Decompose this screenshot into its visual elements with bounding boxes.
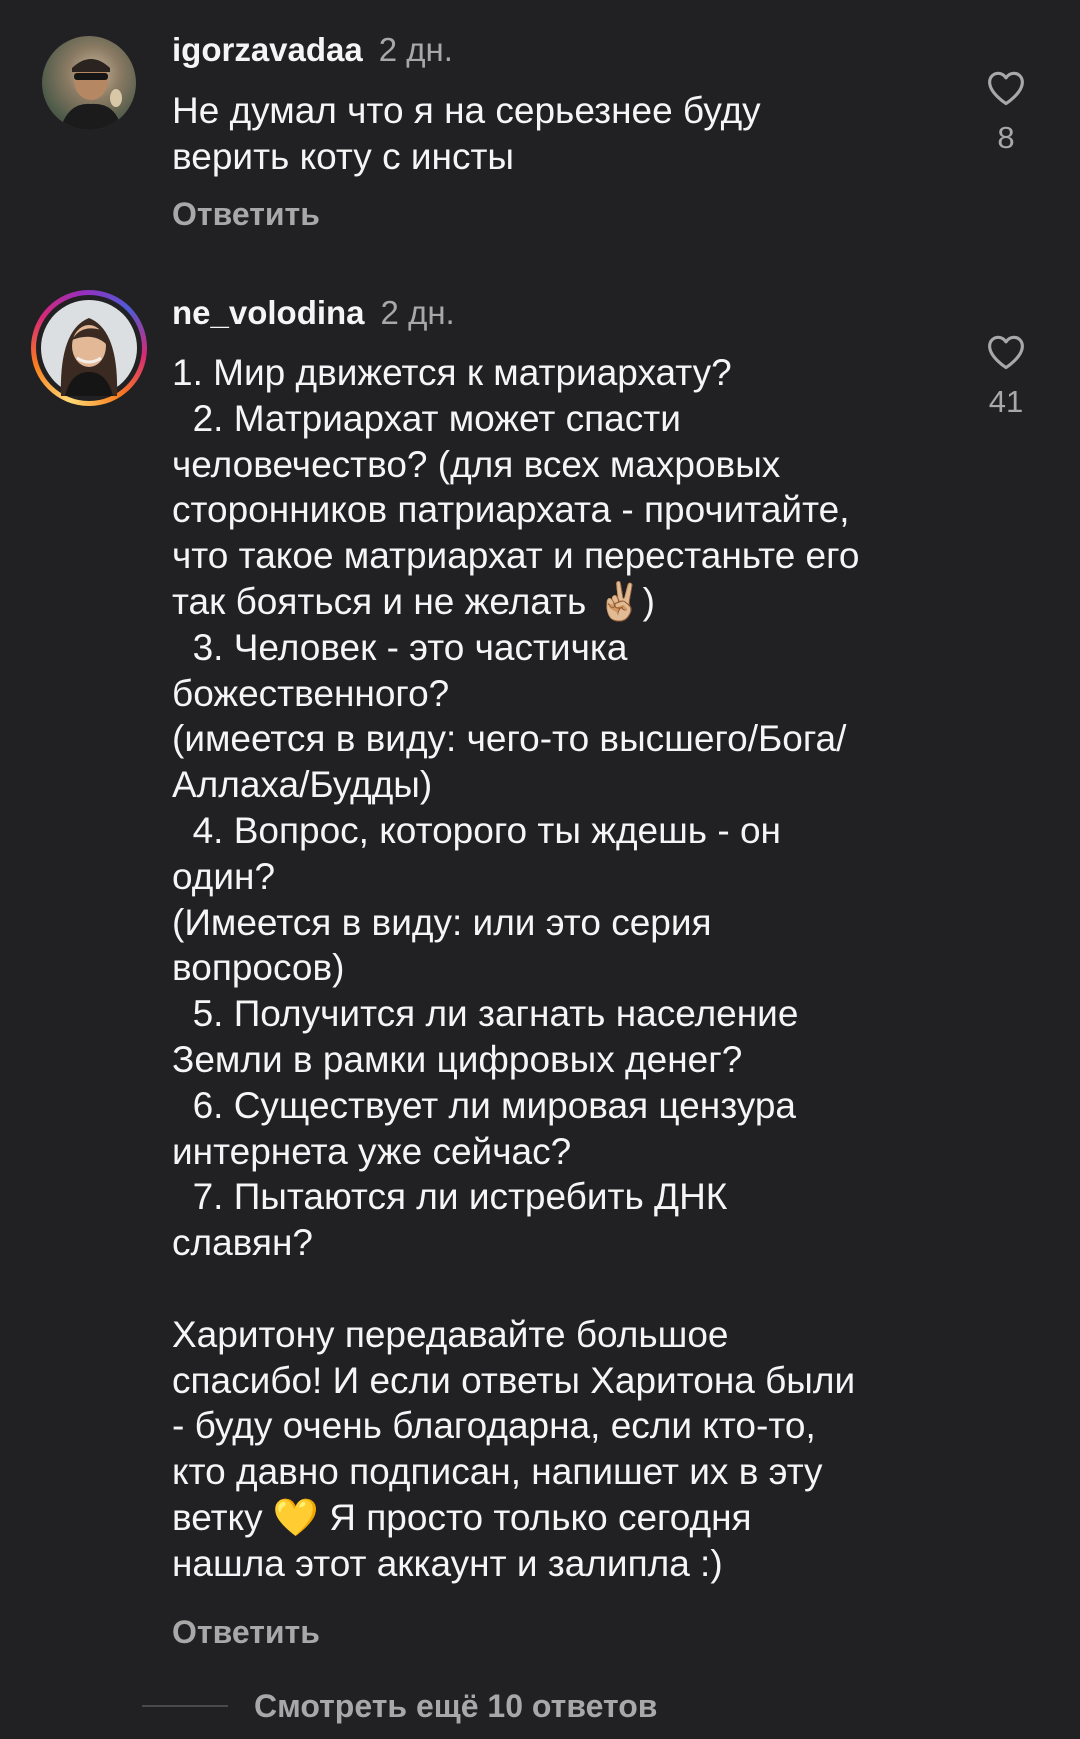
avatar-photo-icon [60,59,122,130]
comment-text: 1. Мир движется к матриархату? 2. Матриа… [172,352,860,1584]
avatar-ring [36,295,142,401]
avatar-photo-icon [41,300,137,396]
avatar[interactable] [31,290,147,406]
comment-header: igorzavadaa 2 дн. [172,30,453,70]
reply-button[interactable]: Ответить [172,1612,320,1652]
comment-text: Не думал что я на серьезнее буду верить … [172,90,761,177]
comment-header: ne_volodina 2 дн. [172,293,455,333]
username[interactable]: ne_volodina [172,294,365,331]
reply-button[interactable]: Ответить [172,194,320,234]
timestamp: 2 дн. [378,31,453,68]
view-more-replies-label: Смотреть ещё 10 ответов [254,1688,658,1724]
heart-outline-icon [988,335,1024,370]
username[interactable]: igorzavadaa [172,31,363,68]
avatar[interactable] [42,36,136,130]
like-button[interactable]: 8 [968,70,1044,156]
like-count: 8 [997,120,1015,155]
divider [142,1705,228,1707]
like-count: 41 [988,384,1024,419]
like-button[interactable]: 41 [968,334,1044,420]
heart-outline-icon [988,71,1024,106]
timestamp: 2 дн. [380,294,455,331]
view-more-replies-button[interactable]: Смотреть ещё 10 ответов [142,1686,657,1726]
